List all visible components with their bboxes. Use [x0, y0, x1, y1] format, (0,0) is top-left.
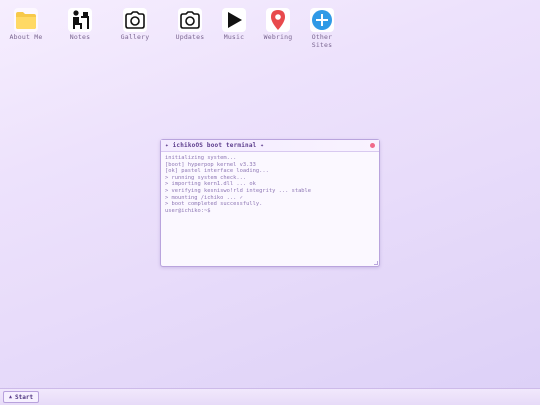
resize-handle[interactable] — [374, 261, 378, 265]
desktop-icon-other-sites[interactable]: Other Sites — [298, 8, 346, 49]
start-button[interactable]: ▲ Start — [3, 391, 40, 403]
terminal-line: initializing system... — [165, 155, 237, 161]
terminal-title: ✦ ichikoOS boot terminal ✦ — [165, 142, 265, 149]
terminal-titlebar[interactable]: ✦ ichikoOS boot terminal ✦ — [161, 140, 379, 152]
desktop-icon-updates[interactable]: Updates — [166, 8, 214, 42]
camera-icon — [123, 8, 147, 32]
terminal-line: > boot completed successfully. — [165, 201, 263, 208]
desktop-icon-grid: About Me Notes Gallery Updates Music Web… — [0, 8, 540, 58]
terminal-line: > importing kern1.dll ... ok — [165, 181, 256, 188]
terminal-line: > mounting /ichiko ... ✓ — [165, 194, 243, 201]
desktop-icon-webring[interactable]: Webring — [254, 8, 302, 42]
taskbar: ▲ Start — [0, 388, 540, 405]
terminal-line: > running system check... — [165, 174, 247, 181]
terminal-line: [boot] hyperpop kernel v3.33 — [165, 161, 256, 168]
terminal-line: [ok] pastel interface loading... — [165, 168, 269, 175]
terminal-prompt: user@ichiko:~$ — [165, 207, 211, 214]
triangle-up-icon: ▲ — [9, 394, 13, 400]
desktop-icon-notes[interactable]: Notes — [56, 8, 104, 42]
boot-terminal-window[interactable]: ✦ ichikoOS boot terminal ✦ initializing … — [160, 139, 380, 267]
desktop-icon-music[interactable]: Music — [210, 8, 258, 42]
desktop-icon-label: Other Sites — [311, 33, 333, 49]
desktop-icon-gallery[interactable]: Gallery — [111, 8, 159, 42]
folder-icon — [14, 8, 38, 32]
desktop-icon-about-me[interactable]: About Me — [2, 8, 50, 42]
desktop-icon-label: Updates — [175, 33, 205, 41]
desktop-icon-label: Music — [223, 33, 245, 41]
play-icon — [222, 8, 246, 32]
desktop-icon-label: About Me — [9, 33, 43, 41]
desktop-icon-label: Gallery — [120, 33, 150, 41]
person-at-desk-icon — [68, 8, 92, 32]
terminal-line: > verifying kesniswo!rld integrity ... s… — [165, 187, 312, 194]
plus-circle-icon — [310, 8, 334, 32]
terminal-output[interactable]: initializing system... [boot] hyperpop k… — [161, 152, 379, 217]
map-pin-icon — [266, 8, 290, 32]
start-label: Start — [15, 393, 34, 401]
desktop-icon-label: Webring — [263, 33, 293, 41]
close-button[interactable] — [370, 143, 375, 148]
desktop-icon-label: Notes — [69, 33, 91, 41]
camera-icon — [178, 8, 202, 32]
